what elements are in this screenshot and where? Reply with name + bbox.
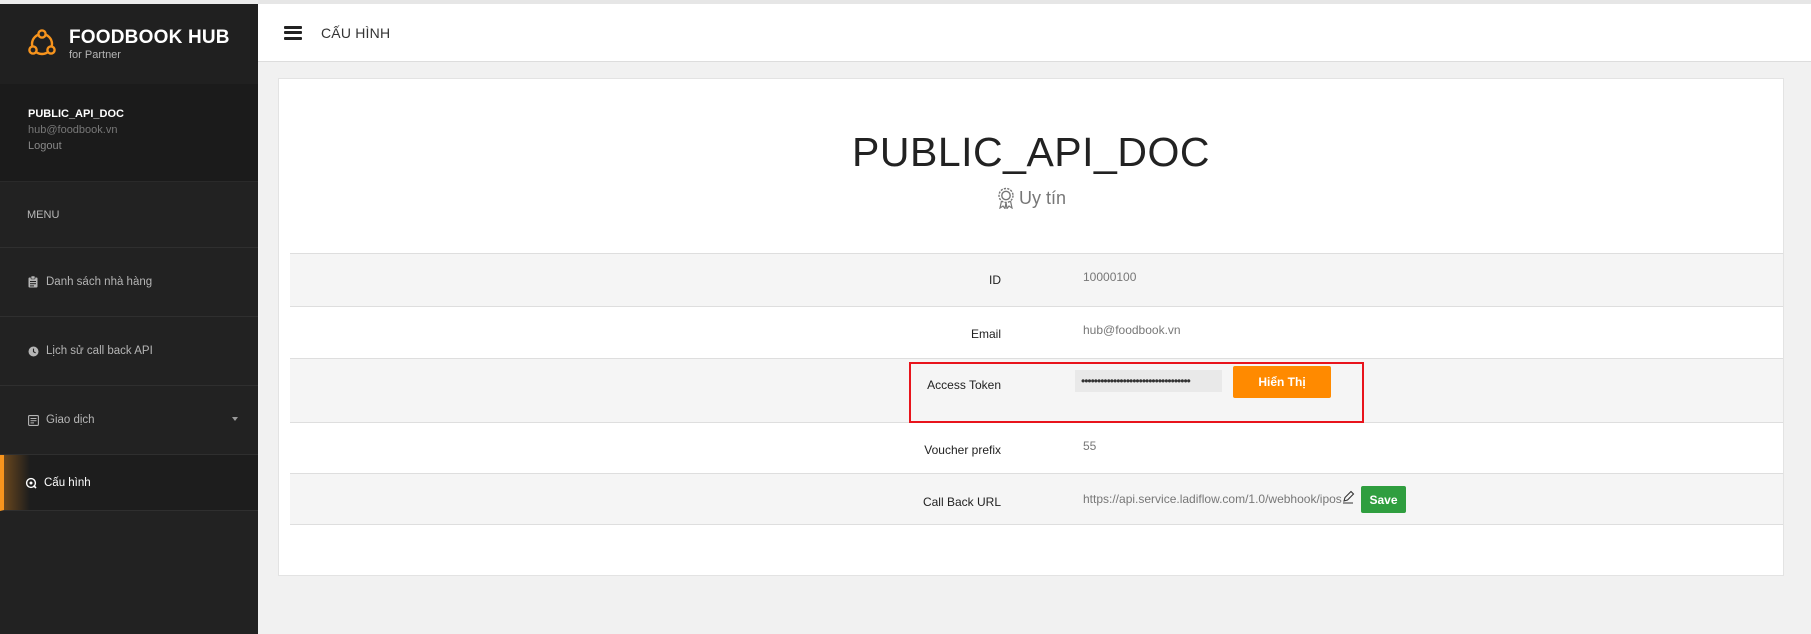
save-button[interactable]: Save xyxy=(1361,486,1406,513)
brand-subtitle: for Partner xyxy=(69,48,121,61)
user-profile: PUBLIC_API_DOC hub@foodbook.vn Logout xyxy=(0,84,258,182)
table-row-id: ID 10000100 xyxy=(290,253,1783,306)
profile-email: hub@foodbook.vn xyxy=(28,124,118,136)
trust-badge: Uy tín xyxy=(279,187,1783,209)
badge-label: Uy tín xyxy=(1018,187,1066,208)
field-label-id: ID xyxy=(989,273,1001,287)
transaction-icon xyxy=(27,414,39,426)
field-value-email: hub@foodbook.vn xyxy=(1083,323,1181,337)
field-label-email: Email xyxy=(970,327,1001,341)
access-token-input[interactable] xyxy=(1075,370,1222,392)
sidebar-item-label: Giao dịch xyxy=(46,414,95,426)
config-table: ID 10000100 Email hub@foodbook.vn Access… xyxy=(290,253,1783,525)
page-title: CẤU HÌNH xyxy=(321,24,391,41)
sidebar-item-callback-history[interactable]: Lịch sử call back API xyxy=(0,317,258,386)
field-label-voucher-prefix: Voucher prefix xyxy=(924,443,1001,457)
sidebar: FOODBOOK HUB for Partner PUBLIC_API_DOC … xyxy=(0,0,258,634)
award-badge-icon xyxy=(998,187,1014,209)
brand-logo-icon xyxy=(28,29,56,56)
brand-title: FOODBOOK HUB xyxy=(69,26,230,48)
hamburger-menu-icon[interactable] xyxy=(284,25,302,40)
profile-name: PUBLIC_API_DOC xyxy=(28,108,124,120)
show-token-button[interactable]: Hiển Thị xyxy=(1233,366,1331,398)
table-row-voucher-prefix: Voucher prefix 55 xyxy=(290,422,1783,473)
field-value-callback-url: https://api.service.ladiflow.com/1.0/web… xyxy=(1083,492,1342,506)
field-value-voucher-prefix: 55 xyxy=(1083,439,1097,453)
sidebar-item-config[interactable]: Cấu hình xyxy=(0,455,258,511)
menu-header: MENU xyxy=(0,182,258,248)
sidebar-item-label: Lịch sử call back API xyxy=(46,345,153,357)
top-bar: CẤU HÌNH xyxy=(258,0,1811,62)
field-label-callback-url: Call Back URL xyxy=(922,495,1001,509)
clock-icon xyxy=(27,345,39,357)
pencil-edit-icon[interactable] xyxy=(1341,490,1355,504)
table-row-email: Email hub@foodbook.vn xyxy=(290,306,1783,358)
sidebar-item-transactions[interactable]: Giao dịch xyxy=(0,386,258,455)
config-card: PUBLIC_API_DOC Uy tín ID 10000100 Email … xyxy=(278,78,1784,576)
sidebar-item-restaurant-list[interactable]: Danh sách nhà hàng xyxy=(0,248,258,317)
field-value-id: 10000100 xyxy=(1083,270,1137,284)
sidebar-item-label: Cấu hình xyxy=(44,476,91,489)
field-label-access-token: Access Token xyxy=(927,378,1001,392)
chevron-down-icon xyxy=(232,417,238,421)
clipboard-icon xyxy=(27,276,39,288)
sidebar-item-label: Danh sách nhà hàng xyxy=(46,276,153,288)
config-icon xyxy=(25,477,37,489)
logout-link[interactable]: Logout xyxy=(28,140,258,152)
table-row-access-token: Access Token Hiển Thị xyxy=(290,358,1783,422)
table-row-callback-url: Call Back URL https://api.service.ladifl… xyxy=(290,473,1783,525)
brand[interactable]: FOODBOOK HUB for Partner xyxy=(0,4,258,84)
account-title: PUBLIC_API_DOC xyxy=(852,129,1210,175)
